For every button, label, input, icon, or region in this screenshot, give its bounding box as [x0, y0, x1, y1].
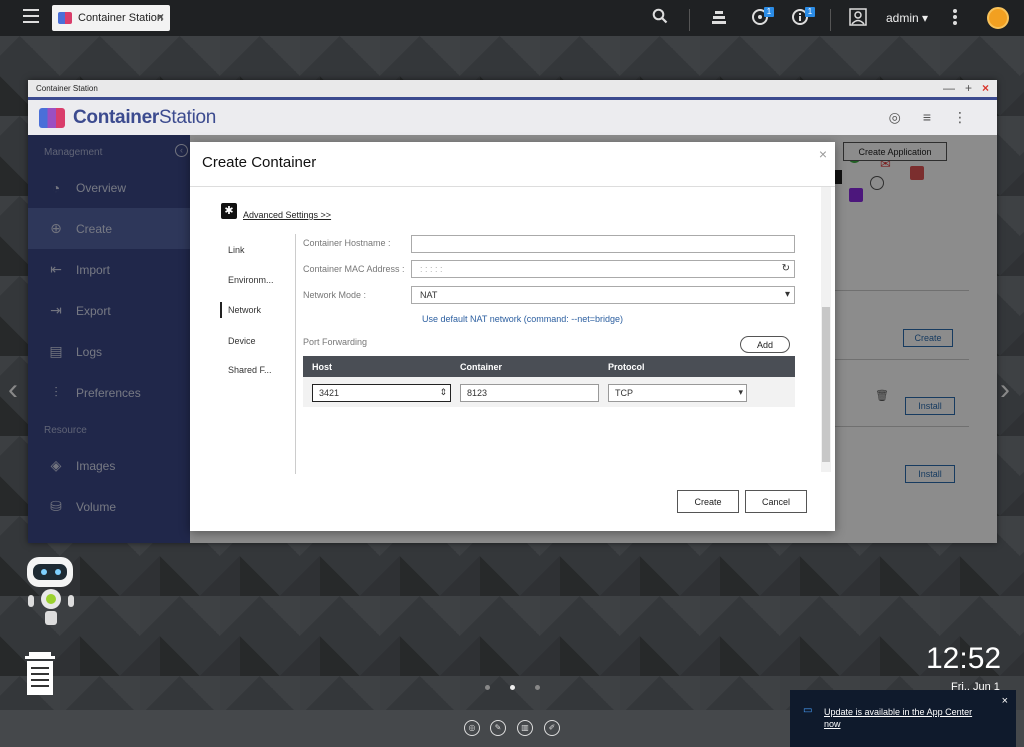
message-icon: ▭ — [803, 705, 813, 716]
taskbar-tab-label: Container Station — [78, 12, 163, 24]
taskbar-tab-container-station[interactable]: Container Station × — [52, 5, 170, 31]
network-mode-label: Network Mode : — [303, 290, 367, 300]
tab-device[interactable]: Device — [228, 336, 256, 346]
host-port-stepper[interactable]: 3421 ⇕ — [312, 384, 451, 402]
protocol-select[interactable]: TCP ▾ — [608, 384, 747, 402]
column-header-protocol: Protocol — [608, 362, 645, 372]
advanced-settings-link[interactable]: Advanced Settings >> — [243, 210, 331, 220]
dialog-scrollbar[interactable] — [821, 187, 831, 472]
container-station-logo-icon — [58, 12, 72, 24]
next-page-icon[interactable]: › — [1000, 373, 1010, 407]
top-taskbar: Container Station × 1 1 admin ▾ — [0, 0, 1024, 36]
info-count-badge: 1 — [805, 7, 815, 17]
helpdesk-robot-icon[interactable] — [18, 555, 84, 629]
column-header-container: Container — [460, 362, 503, 372]
desktop-clock: 12:52 — [926, 642, 1002, 675]
stepper-arrows-icon[interactable]: ⇕ — [439, 387, 447, 398]
column-header-host: Host — [312, 362, 332, 372]
scrollbar-thumb[interactable] — [822, 307, 830, 462]
port-forwarding-label: Port Forwarding — [303, 337, 368, 347]
cancel-button[interactable]: Cancel — [745, 490, 807, 513]
notification-message[interactable]: Update is available in the App Center no… — [824, 706, 989, 730]
page-dot[interactable] — [535, 685, 540, 690]
update-notification[interactable]: ▭ Update is available in the App Center … — [790, 690, 1016, 747]
container-station-logo-icon — [39, 108, 65, 128]
network-mode-select[interactable]: NAT ▾ — [411, 286, 795, 304]
notification-close-icon[interactable]: × — [1002, 695, 1008, 707]
hostname-input[interactable] — [411, 235, 795, 253]
tab-network[interactable]: Network — [228, 305, 261, 315]
add-port-button[interactable]: Add — [740, 336, 790, 353]
main-menu-icon[interactable] — [23, 9, 39, 23]
page-dot-active[interactable] — [510, 685, 515, 690]
table-row: 3421 ⇕ 8123 TCP ▾ 🗑 — [303, 377, 889, 407]
active-tab-marker — [220, 302, 222, 318]
search-icon[interactable] — [652, 8, 668, 29]
container-port-input[interactable]: 8123 — [460, 384, 599, 402]
app-brand: ContainerStation — [39, 107, 216, 129]
chevron-down-icon: ▾ — [738, 387, 743, 397]
notes-icon[interactable]: ✐ — [544, 720, 560, 736]
table-header: Host Container Protocol — [303, 356, 795, 377]
iot-icon[interactable]: ◎ — [889, 109, 901, 126]
dialog-close-icon[interactable]: × — [819, 146, 827, 162]
recycle-bin-icon[interactable] — [23, 651, 57, 697]
cancel-button-label: Cancel — [761, 496, 790, 507]
tab-shared-folders[interactable]: Shared F... — [228, 365, 272, 375]
create-button-label: Create — [694, 496, 722, 507]
user-menu[interactable]: admin ▾ — [886, 11, 928, 25]
window-controls: — + × — [943, 81, 989, 95]
page-dot[interactable] — [485, 685, 490, 690]
background-tasks-icon[interactable] — [711, 8, 727, 31]
app-center-icon[interactable]: ▥ — [517, 720, 533, 736]
dashboard-gauge-icon[interactable] — [987, 7, 1009, 29]
user-avatar-icon[interactable] — [849, 8, 867, 31]
gear-icon: ✱ — [221, 203, 237, 219]
protocol-value: TCP — [615, 388, 633, 398]
taskbar-tab-close-icon[interactable]: × — [157, 10, 164, 24]
tab-divider — [295, 234, 296, 474]
dialog-header-divider — [190, 186, 835, 187]
create-button[interactable]: Create — [677, 490, 739, 513]
container-port-value: 8123 — [467, 388, 488, 398]
utility-icon[interactable]: ✎ — [490, 720, 506, 736]
toolbar-separator — [689, 9, 690, 31]
window-titlebar: Container Station — + × — [28, 80, 997, 97]
network-mode-value: NAT — [420, 290, 438, 300]
host-port-value: 3421 — [319, 388, 340, 398]
maximize-icon[interactable]: + — [965, 81, 972, 95]
window-close-icon[interactable]: × — [982, 81, 989, 95]
hostname-label: Container Hostname : — [303, 238, 391, 248]
mac-address-label: Container MAC Address : — [303, 264, 405, 274]
previous-page-icon[interactable]: ‹ — [8, 373, 18, 407]
app-name-rest: Station — [158, 107, 217, 128]
header-more-icon[interactable]: ⋮ — [953, 109, 967, 126]
window-title: Container Station — [36, 84, 98, 93]
port-forwarding-table: Host Container Protocol 3421 ⇕ 8123 TCP … — [303, 356, 889, 407]
create-container-dialog: Create Container × ✱ Advanced Settings >… — [190, 142, 889, 531]
minimize-icon[interactable]: — — [943, 81, 955, 95]
tasks-icon[interactable]: ≡ — [923, 109, 931, 126]
desktop-page-indicator — [485, 685, 540, 690]
refresh-icon[interactable]: ↻ — [782, 263, 790, 274]
chevron-down-icon: ▾ — [784, 289, 790, 300]
app-header: ContainerStation ◎ ≡ ⋮ — [28, 100, 997, 135]
tab-environment[interactable]: Environm... — [228, 275, 274, 285]
tab-link[interactable]: Link — [228, 245, 245, 255]
more-options-icon[interactable] — [952, 8, 958, 31]
app-name-bold: Container — [73, 107, 159, 128]
mac-address-input[interactable]: : : : : : ↻ — [411, 260, 795, 278]
myqnapcloud-icon[interactable]: ◎ — [464, 720, 480, 736]
mac-address-placeholder: : : : : : — [420, 264, 443, 274]
backup-count-badge: 1 — [764, 7, 774, 17]
network-mode-hint: Use default NAT network (command: --net=… — [422, 314, 624, 324]
delete-row-icon[interactable]: 🗑 — [875, 389, 889, 402]
toolbar-separator — [830, 9, 831, 31]
header-icons: ◎ ≡ ⋮ — [889, 109, 967, 126]
dialog-title: Create Container — [202, 154, 317, 171]
app-name: ContainerStation — [73, 107, 216, 129]
add-port-label: Add — [756, 339, 773, 350]
